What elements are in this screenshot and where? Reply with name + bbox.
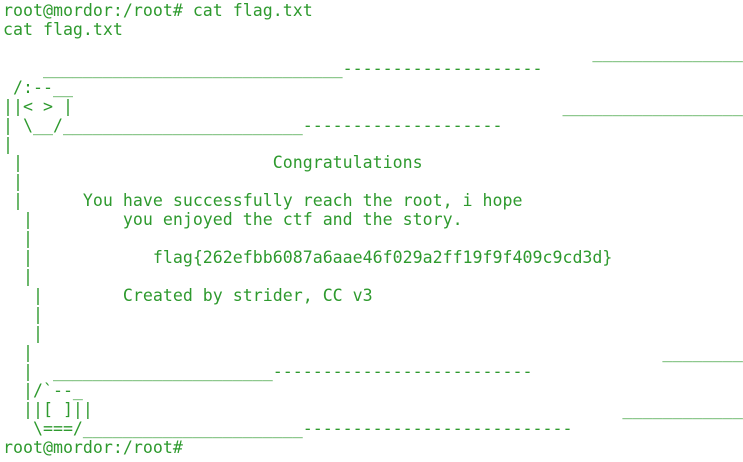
terminal-line-prompt-command: root@mordor:/root# cat flag.txt bbox=[3, 1, 313, 20]
ascii-art-line: | | bbox=[12, 172, 23, 191]
ascii-art-line: | ______________________----------------… bbox=[22, 362, 533, 381]
ascii-art-line: | | bbox=[32, 324, 43, 343]
terminal-line-prompt[interactable]: root@mordor:/root# bbox=[3, 438, 183, 457]
ascii-art-line: | | bbox=[3, 135, 13, 154]
flag-line: | flag{262efbb6087a6aae46f029a2ff19f9f40… bbox=[22, 248, 613, 267]
ascii-art-line: ||[ ]|| ____________________________/ bbox=[22, 400, 743, 419]
terminal-window[interactable]: root@mordor:/root# cat flag.txt cat flag… bbox=[0, 0, 743, 462]
ascii-art-line: | | bbox=[32, 305, 43, 324]
ascii-art-line: |/`--_ | bbox=[22, 381, 83, 400]
terminal-line-echo: cat flag.txt bbox=[3, 20, 123, 39]
ascii-art-line: | \__/________________________----------… bbox=[3, 116, 503, 135]
message-line: | You have successfully reach the root, … bbox=[12, 191, 523, 210]
ascii-art-line: ||< > | ______________________________/ bbox=[3, 97, 743, 116]
ascii-art-line: | ___________________|_ bbox=[22, 343, 743, 362]
ascii-art-line: ______________________________----------… bbox=[42, 59, 543, 78]
message-line: | you enjoyed the ctf and the story. | bbox=[22, 210, 463, 229]
ascii-art-line: | | bbox=[22, 229, 33, 248]
ascii-art-line: | | bbox=[22, 267, 33, 286]
ascii-art-line: \===/______________________-------------… bbox=[3, 419, 573, 438]
congratulations-line: | Congratulations | bbox=[12, 153, 423, 172]
ascii-art-line: /:--__ | bbox=[12, 78, 73, 97]
credits-line: | Created by strider, CC v3 | bbox=[32, 286, 373, 305]
